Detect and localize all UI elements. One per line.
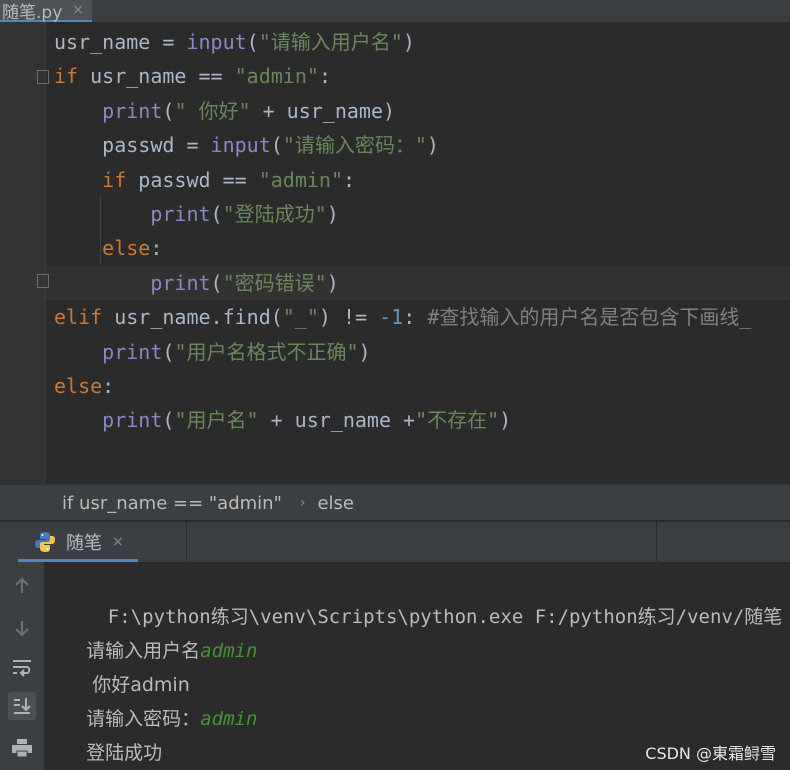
breadcrumb: if usr_name == "admin" › else: [0, 484, 790, 521]
code-token: "登陆成功": [222, 202, 327, 226]
breadcrumb-item-if[interactable]: if usr_name == "admin": [62, 493, 282, 514]
editor-gutter: [0, 22, 46, 484]
code-token: "不存在": [415, 408, 500, 433]
code-token: ): [426, 133, 439, 158]
console-input-echo: admin: [200, 640, 258, 662]
code-line[interactable]: if usr_name == "admin":: [54, 59, 331, 93]
code-token: "admin": [234, 64, 319, 89]
console-input-echo: admin: [200, 708, 258, 730]
code-token: (: [162, 98, 175, 123]
code-token: "admin": [258, 167, 344, 192]
code-token: :: [318, 64, 331, 89]
editor-tab-strip: 随笔.py ×: [0, 0, 790, 23]
code-token: print: [102, 339, 163, 364]
code-token: "_": [282, 305, 319, 330]
code-line[interactable]: print("密码错误"): [54, 266, 339, 300]
code-token: :: [150, 236, 163, 261]
scroll-to-end-icon[interactable]: [8, 692, 36, 720]
fold-open-icon[interactable]: [37, 70, 49, 84]
code-token: " 你好": [174, 98, 251, 123]
code-token: print: [150, 202, 211, 226]
run-console[interactable]: F:\python练习\venv\Scripts\python.exe F:/p…: [46, 562, 790, 770]
code-token: ): [326, 270, 339, 295]
code-token: input: [210, 133, 271, 158]
code-token: else: [102, 236, 151, 261]
run-tab-label: 随笔: [66, 532, 102, 554]
code-token: (: [270, 133, 283, 158]
code-line[interactable]: print(" 你好" + usr_name): [54, 94, 395, 128]
code-token: ): [402, 30, 415, 54]
code-token: + usr_name): [250, 98, 396, 123]
code-line[interactable]: usr_name = input("请输入用户名"): [54, 25, 415, 59]
code-token: :: [343, 167, 356, 192]
editor-file-tab[interactable]: 随笔.py ×: [0, 0, 92, 23]
code-line[interactable]: print("用户名格式不正确"): [54, 335, 371, 369]
code-token: print: [102, 98, 163, 123]
run-toolbar: [0, 562, 44, 770]
code-line[interactable]: print("用户名" + usr_name +"不存在"): [54, 403, 511, 437]
console-line: 登陆成功: [86, 742, 163, 764]
run-tab[interactable]: 随笔 ×: [18, 524, 138, 562]
code-token: ) !=: [318, 305, 380, 330]
code-token: + usr_name +: [258, 408, 416, 433]
code-token: usr_name.find(: [102, 305, 283, 330]
code-token: usr_name =: [54, 30, 187, 54]
header-divider: [656, 522, 657, 562]
code-token: :: [403, 305, 428, 330]
fold-end-icon[interactable]: [37, 274, 49, 288]
arrow-down-icon[interactable]: [8, 614, 36, 642]
file-tab-label: 随笔.py: [2, 2, 63, 23]
code-token: "密码错误": [222, 270, 327, 295]
code-line[interactable]: print("登陆成功"): [54, 197, 339, 231]
breadcrumb-separator: ›: [299, 495, 306, 511]
code-token: input: [186, 30, 247, 54]
print-icon[interactable]: [8, 734, 36, 762]
code-token: (: [210, 202, 223, 226]
arrow-up-icon[interactable]: [8, 572, 36, 600]
header-divider: [186, 522, 187, 562]
gutter-divider: [44, 22, 45, 484]
close-icon[interactable]: ×: [112, 534, 124, 550]
code-token: passwd ==: [126, 167, 259, 192]
code-token: "用户名格式不正确": [174, 339, 359, 364]
code-line[interactable]: passwd = input("请输入密码："): [54, 128, 439, 162]
run-tool-window-header: 随笔 ×: [0, 520, 790, 562]
watermark: CSDN @東霜鲟雪: [645, 744, 776, 763]
code-line[interactable]: else:: [54, 231, 162, 265]
code-token: :: [102, 374, 115, 398]
code-token: "请输入用户名": [258, 30, 403, 54]
code-token: else: [54, 374, 103, 398]
code-token: print: [150, 270, 211, 295]
code-token: "用户名": [174, 408, 259, 433]
python-icon: [35, 531, 55, 552]
code-token: print: [102, 408, 163, 433]
code-token: elif: [54, 305, 103, 330]
code-token: (: [162, 408, 175, 433]
code-token: #查找输入的用户名是否包含下画线_: [427, 305, 752, 330]
code-editor[interactable]: 随笔.py × usr_name = input("请输入用户名") if usr…: [0, 0, 790, 484]
code-token: ): [499, 408, 512, 433]
code-token: -1: [379, 305, 404, 330]
code-token: (: [162, 339, 175, 364]
code-token: "请输入密码：": [282, 133, 427, 158]
code-line[interactable]: if passwd == "admin":: [54, 163, 355, 197]
close-icon[interactable]: ×: [72, 2, 84, 18]
code-token: ): [358, 339, 371, 364]
code-token: (: [210, 270, 223, 295]
code-line[interactable]: elif usr_name.find("_") != -1: #查找输入的用户名…: [54, 300, 751, 334]
code-token: passwd =: [102, 133, 211, 158]
soft-wrap-icon[interactable]: [8, 654, 36, 682]
code-token: if: [54, 64, 79, 89]
code-line[interactable]: else:: [54, 369, 114, 403]
code-token: if: [102, 167, 127, 192]
code-token: (: [246, 30, 259, 54]
code-token: ): [326, 202, 339, 226]
breadcrumb-item-else[interactable]: else: [317, 493, 354, 514]
code-token: usr_name ==: [78, 64, 235, 89]
